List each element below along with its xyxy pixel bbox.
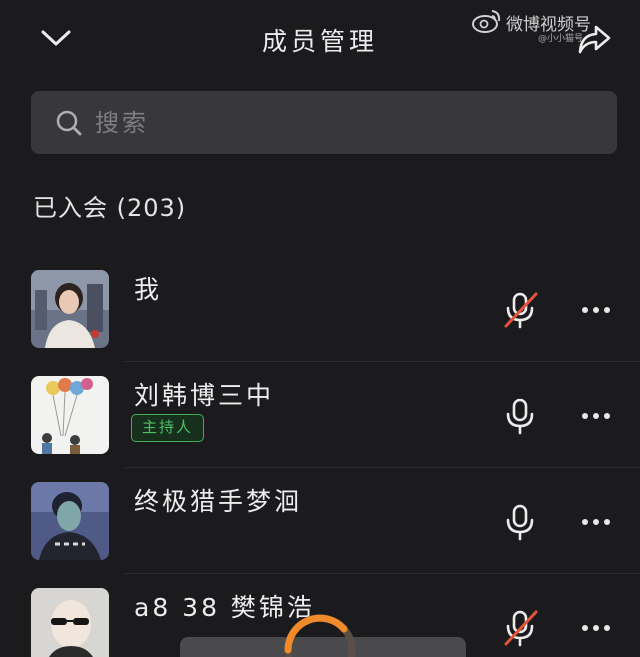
dot xyxy=(582,625,588,631)
dot xyxy=(582,519,588,525)
mic-toggle-button[interactable] xyxy=(498,288,542,332)
mic-toggle-button[interactable] xyxy=(498,606,542,650)
share-button[interactable] xyxy=(572,20,616,60)
mic-toggle-button[interactable] xyxy=(498,500,542,544)
microphone-muted-icon xyxy=(504,292,538,329)
avatar xyxy=(31,376,109,454)
dot xyxy=(582,307,588,313)
member-row[interactable]: 刘韩博三中 主持人 xyxy=(0,362,640,468)
header: 成员管理 微博视频号 @小小猫号 xyxy=(0,0,640,78)
more-button[interactable] xyxy=(574,394,618,438)
joined-count-label: 已入会 (203) xyxy=(33,194,187,222)
dot xyxy=(604,519,610,525)
loading-spinner-icon xyxy=(284,614,356,657)
avatar xyxy=(31,482,109,560)
more-button[interactable] xyxy=(574,500,618,544)
dot xyxy=(593,519,599,525)
dot xyxy=(604,413,610,419)
host-badge: 主持人 xyxy=(131,414,205,442)
avatar xyxy=(31,270,109,348)
more-button[interactable] xyxy=(574,606,618,650)
microphone-icon xyxy=(506,398,534,435)
more-button[interactable] xyxy=(574,288,618,332)
member-row[interactable]: 我 xyxy=(0,256,640,362)
dot xyxy=(593,625,599,631)
microphone-icon xyxy=(506,504,534,541)
dot xyxy=(582,413,588,419)
avatar xyxy=(31,588,109,657)
weibo-logo-icon xyxy=(472,10,501,33)
search-bar[interactable] xyxy=(31,91,617,154)
search-icon xyxy=(56,110,82,136)
dot xyxy=(593,307,599,313)
dot xyxy=(604,625,610,631)
member-name: 终极猎手梦洄 xyxy=(134,487,303,516)
microphone-muted-icon xyxy=(504,610,538,647)
member-row[interactable]: 终极猎手梦洄 xyxy=(0,468,640,574)
mic-toggle-button[interactable] xyxy=(498,394,542,438)
member-name: 我 xyxy=(134,275,163,304)
dot xyxy=(604,307,610,313)
member-name: 刘韩博三中 xyxy=(134,381,275,410)
dot xyxy=(593,413,599,419)
share-icon xyxy=(578,25,611,54)
search-input[interactable] xyxy=(95,101,595,144)
